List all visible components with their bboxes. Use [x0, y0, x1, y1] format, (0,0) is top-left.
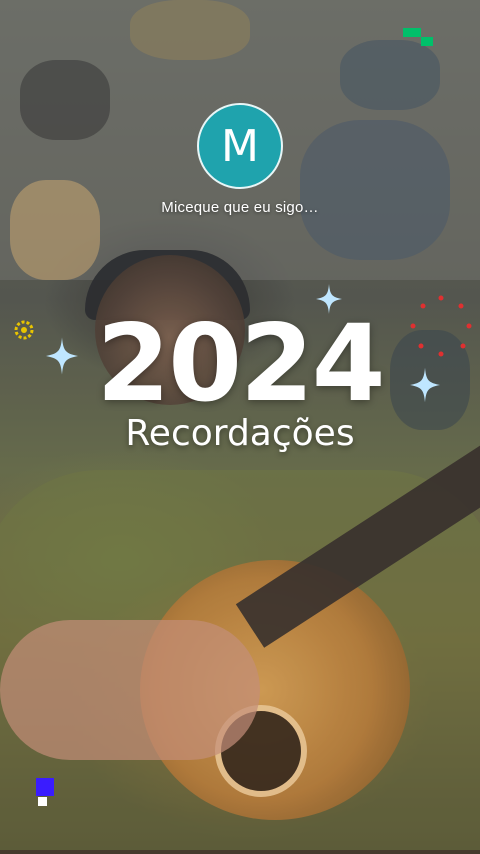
avatar-initial: M: [221, 120, 259, 172]
avatar[interactable]: M: [197, 103, 283, 189]
recap-subtitle: Recordações: [125, 413, 355, 454]
pixel-decoration-top: [403, 28, 433, 46]
pixel-decoration-bottom: [36, 778, 54, 806]
username-label[interactable]: Miceque que eu sigo…: [0, 199, 480, 216]
recap-year: 2024: [96, 302, 385, 425]
